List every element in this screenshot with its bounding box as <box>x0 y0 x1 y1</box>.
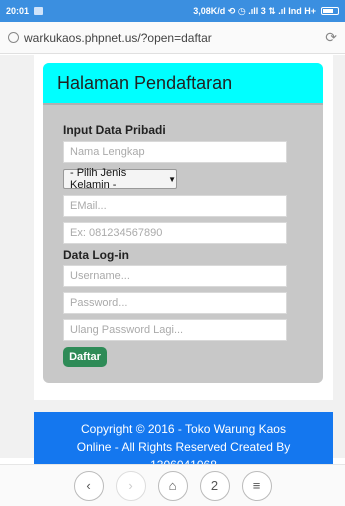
battery-icon <box>321 7 339 15</box>
tabs-button[interactable]: 2 <box>199 470 230 501</box>
password-repeat-input[interactable]: Ulang Password Lagi... <box>63 319 287 341</box>
status-indicators: 3,08K/d ⟲ ◷ .ıll 3 ⇅ .ıl Ind H+ <box>193 5 316 16</box>
page-content: Halaman Pendaftaran Input Data Pribadi N… <box>0 55 345 467</box>
registration-form: Halaman Pendaftaran Input Data Pribadi N… <box>43 63 323 383</box>
url-bar[interactable]: warkukaos.phpnet.us/?open=daftar ⟳ <box>0 22 345 54</box>
reload-icon[interactable]: ⟳ <box>325 29 337 46</box>
footer-line-1: Copyright © 2016 - Toko Warung Kaos <box>81 422 286 436</box>
password-input[interactable]: Password... <box>63 292 287 314</box>
phone-input[interactable]: Ex: 081234567890 <box>63 222 287 244</box>
gender-select-label: - Pilih Jenis Kelamin - <box>70 167 127 191</box>
menu-icon[interactable]: ≡ <box>241 470 272 501</box>
back-button[interactable]: ‹ <box>73 470 104 501</box>
image-notification-icon <box>34 7 44 15</box>
url-text[interactable]: warkukaos.phpnet.us/?open=daftar <box>24 31 212 45</box>
gender-select[interactable]: - Pilih Jenis Kelamin - ▼ <box>63 167 177 191</box>
footer: Copyright © 2016 - Toko Warung Kaos Onli… <box>34 412 333 467</box>
username-input[interactable]: Username... <box>63 265 287 287</box>
form-title: Halaman Pendaftaran <box>43 63 323 105</box>
browser-nav-bar: ‹ › ⌂ 2 ≡ <box>0 464 345 506</box>
home-icon[interactable]: ⌂ <box>157 470 188 501</box>
daftar-button[interactable]: Daftar <box>63 347 107 367</box>
globe-icon <box>8 32 19 43</box>
email-input[interactable]: EMail... <box>63 195 287 217</box>
name-input[interactable]: Nama Lengkap <box>63 141 287 163</box>
status-right: 3,08K/d ⟲ ◷ .ıll 3 ⇅ .ıl Ind H+ <box>193 6 339 17</box>
dropdown-caret-icon: ▼ <box>168 174 176 184</box>
status-bar: 20:01 3,08K/d ⟲ ◷ .ıll 3 ⇅ .ıl Ind H+ <box>0 0 345 22</box>
section-login-label: Data Log-in <box>63 248 129 262</box>
section-personal-label: Input Data Pribadi <box>63 123 166 137</box>
status-time: 20:01 <box>6 6 30 16</box>
footer-line-2: Online - All Rights Reserved Created By <box>76 440 291 454</box>
forward-button[interactable]: › <box>115 470 146 501</box>
